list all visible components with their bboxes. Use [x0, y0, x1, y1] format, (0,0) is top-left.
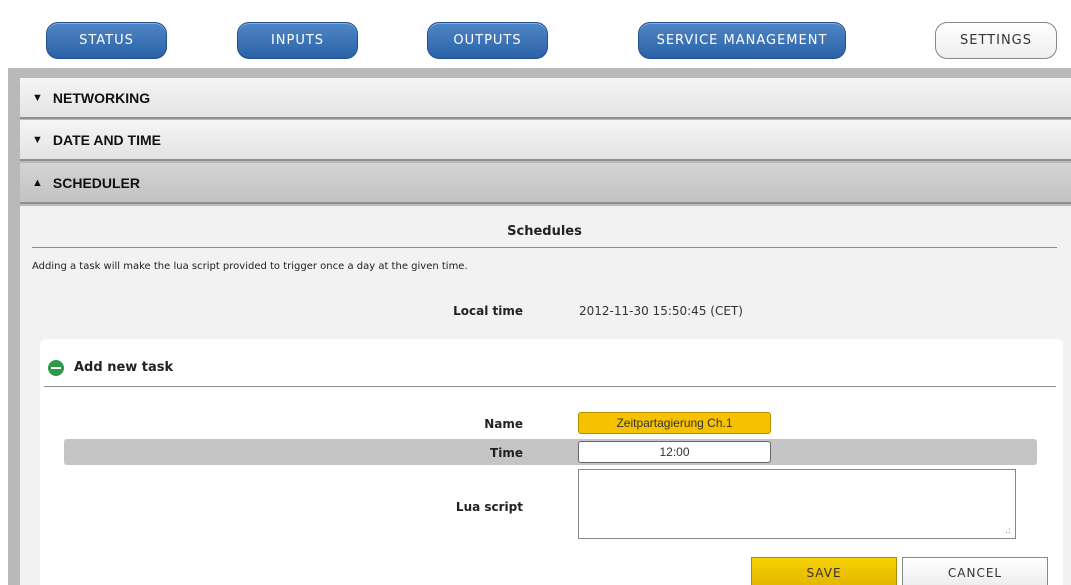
section-scheduler[interactable]: ▲ SCHEDULER	[20, 163, 1071, 204]
add-task-header[interactable]: Add new task	[44, 349, 1056, 387]
resize-grip-icon[interactable]: .:	[1005, 526, 1011, 536]
section-networking[interactable]: ▼ NETWORKING	[20, 78, 1071, 119]
time-label: Time	[490, 446, 523, 460]
triangle-down-icon: ▼	[32, 133, 43, 146]
schedules-title: Schedules	[32, 220, 1057, 248]
nav-inputs-button[interactable]: INPUTS	[237, 22, 358, 59]
scheduler-description: Adding a task will make the lua script p…	[32, 261, 468, 272]
nav-outputs-button[interactable]: OUTPUTS	[427, 22, 548, 59]
name-field[interactable]: Zeitpartagierung Ch.1	[578, 412, 771, 434]
cancel-button[interactable]: CANCEL	[902, 557, 1048, 585]
nav-service-management-button[interactable]: SERVICE MANAGEMENT	[638, 22, 846, 59]
section-scheduler-label: SCHEDULER	[52, 174, 141, 191]
local-time-value: 2012-11-30 15:50:45 (CET)	[579, 304, 743, 318]
time-row-highlight	[64, 439, 1037, 465]
minus-circle-icon[interactable]	[48, 359, 64, 376]
section-date-and-time-label: DATE AND TIME	[52, 131, 161, 148]
save-button[interactable]: SAVE	[751, 557, 897, 585]
add-task-title: Add new task	[74, 360, 174, 375]
nav-settings-button[interactable]: SETTINGS	[935, 22, 1057, 59]
local-time-label: Local time	[453, 304, 523, 318]
lua-script-textarea[interactable]: .:	[578, 469, 1016, 539]
top-navigation: STATUS INPUTS OUTPUTS SERVICE MANAGEMENT…	[0, 0, 1071, 70]
time-field[interactable]: 12:00	[578, 441, 771, 463]
lua-script-label: Lua script	[455, 500, 523, 514]
section-date-and-time[interactable]: ▼ DATE AND TIME	[20, 120, 1071, 161]
section-networking-label: NETWORKING	[52, 89, 151, 106]
name-label: Name	[484, 417, 523, 431]
triangle-up-icon: ▲	[32, 176, 43, 189]
nav-status-button[interactable]: STATUS	[46, 22, 167, 59]
triangle-down-icon: ▼	[32, 91, 43, 104]
